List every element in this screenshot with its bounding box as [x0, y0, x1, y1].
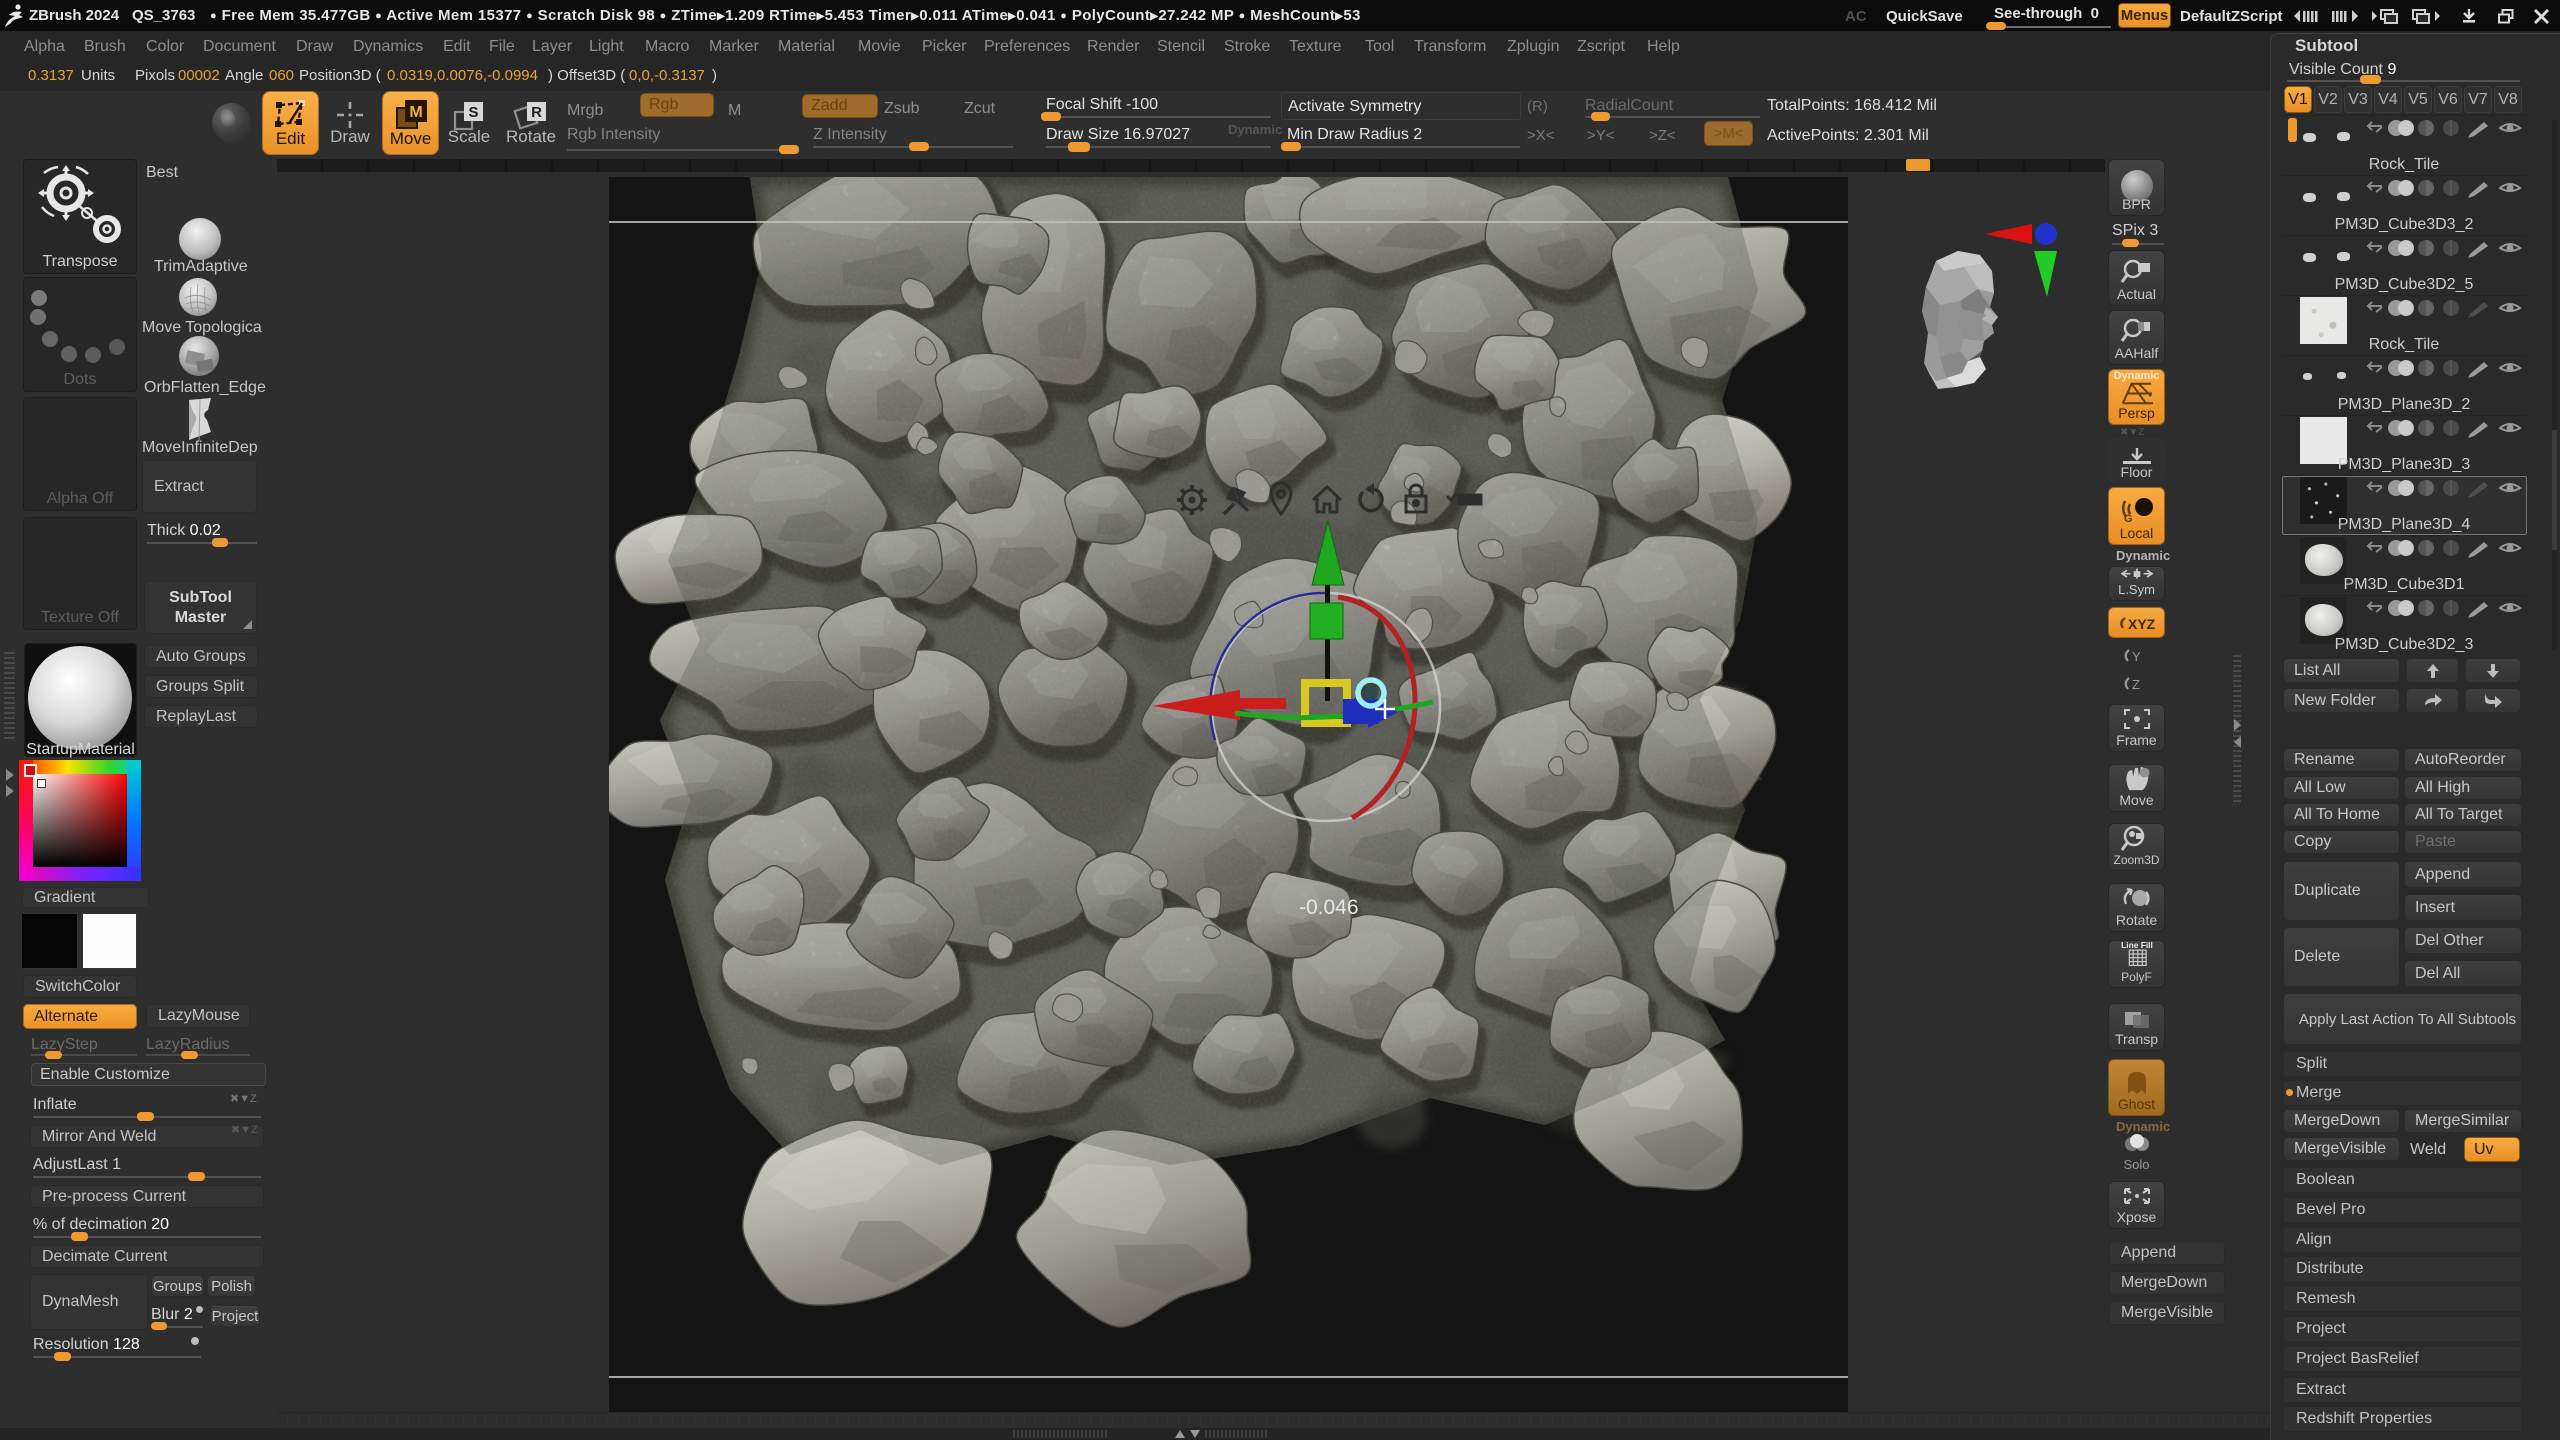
- svg-text:XYZ: XYZ: [2128, 616, 2156, 632]
- svg-text:S: S: [468, 104, 478, 121]
- svg-text:R: R: [531, 104, 542, 121]
- svg-text:M: M: [409, 104, 422, 121]
- svg-text:Z: Z: [2132, 677, 2140, 692]
- svg-text:Line Fill: Line Fill: [2121, 941, 2153, 950]
- svg-text:G: G: [2124, 513, 2133, 525]
- svg-text:Y: Y: [2132, 649, 2141, 664]
